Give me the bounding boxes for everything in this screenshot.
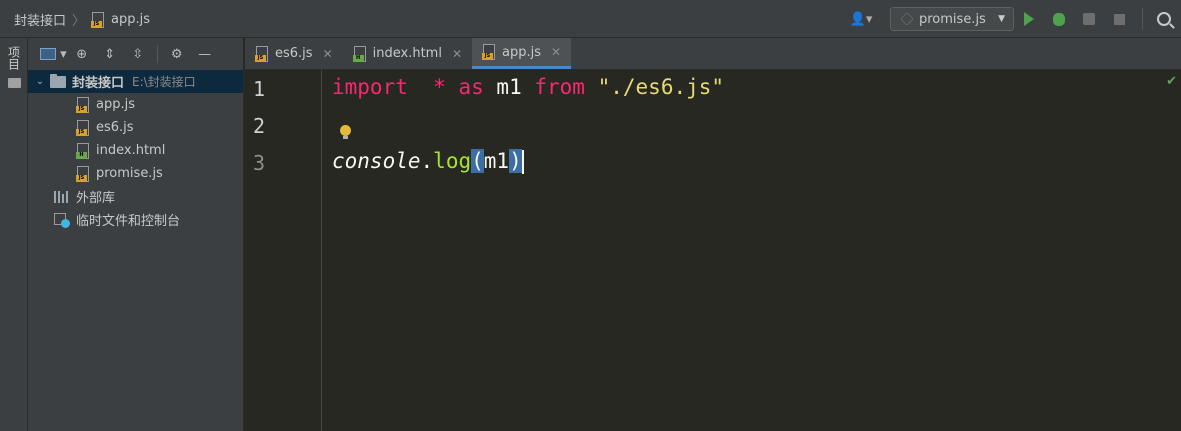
nodejs-icon xyxy=(900,12,914,26)
close-icon[interactable]: ✕ xyxy=(323,47,333,61)
keyword-from: from xyxy=(534,75,585,99)
settings-button[interactable]: ⚙ xyxy=(164,42,190,66)
stop-button[interactable] xyxy=(1104,7,1134,31)
user-icon[interactable]: 👤▾ xyxy=(844,7,878,31)
chevron-down-icon: ▼ xyxy=(998,14,1005,24)
breadcrumb-separator: 〉 xyxy=(72,14,86,29)
js-file-icon: JS xyxy=(91,11,105,28)
code-line-3: console.log(m1) xyxy=(322,144,1181,181)
folder-icon xyxy=(50,73,66,88)
minimize-icon: — xyxy=(198,46,212,62)
run-button[interactable] xyxy=(1014,7,1044,31)
coverage-icon xyxy=(1083,13,1095,25)
tree-file-promise[interactable]: JS promise.js xyxy=(28,162,243,185)
line-number: 3 xyxy=(253,151,266,175)
root-folder-path: E:\封装接口 xyxy=(132,75,196,89)
scratch-icon xyxy=(54,212,70,228)
locate-button[interactable]: ⊕ xyxy=(69,42,95,66)
breadcrumb-project[interactable]: 封装接口 xyxy=(14,10,66,29)
tree-root-folder[interactable]: ⌄ 封装接口 E:\封装接口 xyxy=(28,70,243,93)
project-tree: ⌄ 封装接口 E:\封装接口 JS app.js JS es6.js H ind… xyxy=(28,70,243,231)
html-file-icon: H xyxy=(352,45,367,62)
tree-file-index[interactable]: H index.html xyxy=(28,139,243,162)
breadcrumb-file[interactable]: app.js xyxy=(111,12,150,27)
argument: m1 xyxy=(483,149,510,173)
code-line-1: import * as m1 from "./es6.js" xyxy=(322,70,1181,107)
tree-scratches[interactable]: 临时文件和控制台 xyxy=(28,208,243,231)
crosshair-icon: ⊕ xyxy=(76,46,88,62)
identifier: m1 xyxy=(496,75,522,99)
tree-file-app[interactable]: JS app.js xyxy=(28,93,243,116)
tab-label: app.js xyxy=(502,44,541,60)
js-file-icon: JS xyxy=(255,45,269,62)
js-file-icon: JS xyxy=(76,165,90,182)
method-log: log xyxy=(433,149,472,173)
file-name: es6.js xyxy=(96,120,134,135)
tree-external-libraries[interactable]: 外部库 xyxy=(28,185,243,208)
breadcrumb: 封装接口 〉 JS app.js xyxy=(14,10,150,29)
tool-window-strip: 项目 xyxy=(0,38,28,431)
run-toolbar: 👤▾ promise.js ▼ xyxy=(844,6,1181,32)
expand-icon: ⇕ xyxy=(104,46,116,62)
debug-button[interactable] xyxy=(1044,7,1074,31)
open-paren: ( xyxy=(471,149,484,173)
project-toolbar: ▾ ⊕ ⇕ ⇳ ⚙ — xyxy=(28,38,243,70)
search-icon xyxy=(1157,12,1171,26)
keyword-import: import xyxy=(332,75,408,99)
library-icon xyxy=(54,190,70,203)
js-file-icon: JS xyxy=(76,119,90,136)
string-literal: "./es6.js" xyxy=(597,75,725,99)
folder-icon xyxy=(8,78,21,88)
chevron-down-icon[interactable]: ⌄ xyxy=(34,76,46,88)
tab-label: index.html xyxy=(372,46,442,61)
tab-app[interactable]: JS app.js ✕ xyxy=(472,38,572,69)
dot-operator: . xyxy=(420,149,434,173)
view-select-button[interactable]: ▾ xyxy=(40,42,67,66)
project-view-icon xyxy=(40,48,56,60)
lightbulb-icon[interactable] xyxy=(340,125,351,139)
file-name: app.js xyxy=(96,97,135,112)
hide-panel-button[interactable]: — xyxy=(192,42,218,66)
run-config-label: promise.js xyxy=(919,11,986,27)
navigation-bar: 封装接口 〉 JS app.js 👤▾ promise.js ▼ xyxy=(0,0,1181,38)
object-console: console xyxy=(332,149,421,173)
tab-es6[interactable]: JS es6.js ✕ xyxy=(245,38,343,69)
close-icon[interactable]: ✕ xyxy=(452,47,462,61)
toolbar-divider xyxy=(156,45,158,63)
js-file-icon: JS xyxy=(76,96,90,113)
html-file-icon: H xyxy=(76,142,90,159)
root-folder-name: 封装接口 xyxy=(72,76,125,91)
js-file-icon: JS xyxy=(482,44,496,60)
coverage-button[interactable] xyxy=(1074,7,1104,31)
external-libraries-label: 外部库 xyxy=(76,191,116,206)
run-config-select[interactable]: promise.js ▼ xyxy=(890,7,1014,31)
keyword-as: as xyxy=(458,75,484,99)
toolbar-divider xyxy=(1142,8,1143,30)
close-paren: ) xyxy=(509,149,522,173)
project-panel: ▾ ⊕ ⇕ ⇳ ⚙ — ⌄ 封装接口 E:\封装接口 JS app.js JS … xyxy=(28,38,244,431)
operator-star: * xyxy=(433,75,446,99)
collapse-icon: ⇳ xyxy=(132,46,144,62)
tab-label: es6.js xyxy=(275,46,313,61)
close-icon[interactable]: ✕ xyxy=(551,45,561,59)
line-number: 1 xyxy=(253,77,266,101)
line-number: 2 xyxy=(253,114,266,138)
tab-index[interactable]: H index.html ✕ xyxy=(343,38,472,69)
stop-icon xyxy=(1113,13,1125,25)
code-editor[interactable]: ✔ import * as m1 from "./es6.js" console… xyxy=(322,70,1181,431)
collapse-all-button[interactable]: ⇳ xyxy=(125,42,151,66)
editor-tabs: JS es6.js ✕ H index.html ✕ JS app.js ✕ xyxy=(245,38,1181,70)
search-button[interactable] xyxy=(1151,7,1181,31)
text-cursor xyxy=(521,150,524,174)
gear-icon: ⚙ xyxy=(170,46,183,62)
file-name: index.html xyxy=(96,143,166,158)
play-icon xyxy=(1024,12,1034,26)
scratches-label: 临时文件和控制台 xyxy=(76,214,181,229)
bug-icon xyxy=(1053,12,1065,26)
file-name: promise.js xyxy=(96,166,163,181)
tree-file-es6[interactable]: JS es6.js xyxy=(28,116,243,139)
expand-all-button[interactable]: ⇕ xyxy=(97,42,123,66)
